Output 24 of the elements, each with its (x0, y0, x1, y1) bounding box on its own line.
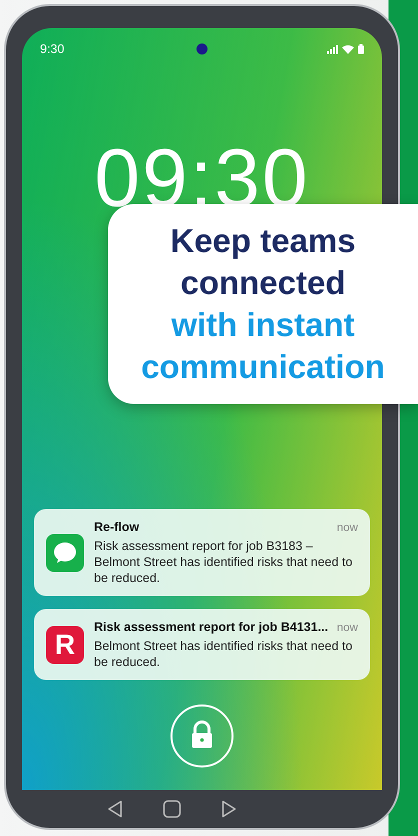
callout-heading: with instant (171, 305, 355, 345)
callout-heading: Keep teams (170, 221, 356, 261)
lock-clock: 09:30 (94, 138, 310, 220)
back-icon[interactable] (107, 800, 123, 818)
notification-title: Risk assessment report for job B4131... (94, 620, 328, 634)
wifi-icon (342, 44, 354, 54)
app-letter-icon: R (46, 626, 84, 664)
signal-icon (327, 44, 338, 54)
home-icon[interactable] (163, 800, 181, 818)
notification-title: Re-flow (94, 520, 140, 534)
notification-time: now (336, 522, 358, 534)
chat-app-icon (46, 534, 84, 572)
notification-time: now (336, 622, 358, 634)
notification-text: Belmont Street has identified risks that need to be reduced. (94, 638, 354, 670)
callout-heading: communication (141, 347, 385, 387)
notification-text: Risk assessment report for job B3183 – Belmont Street has identified risks that need to be reduced. (94, 538, 354, 586)
recents-icon[interactable] (221, 800, 237, 818)
camera-icon (196, 43, 208, 55)
lock-icon (170, 704, 234, 768)
battery-icon (358, 44, 364, 54)
status-time: 9:30 (40, 42, 66, 56)
notification-card[interactable]: Re-flow now Risk assessment report for job B3183 – Belmont Street has identified risks that need to be reduced. (34, 509, 370, 596)
callout-heading: connected (180, 263, 346, 303)
notification-card[interactable]: R Risk assessment report for job B4131... now Belmont Street has identified risks that need to be reduced. (34, 609, 370, 680)
